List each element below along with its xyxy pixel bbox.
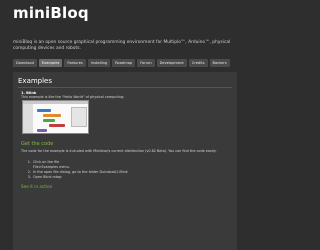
instructions-paragraph: The code for the example is included wit… <box>21 149 217 153</box>
site-tagline: miniBloq is an open source graphical pro… <box>13 40 231 51</box>
nav-tab-installing[interactable]: Installing <box>87 59 111 67</box>
screenshot-block <box>37 129 47 132</box>
step-text: Click on the file <box>33 160 60 164</box>
step-text: In the open file dialog, go to the folde… <box>33 170 128 174</box>
nav-tab-download[interactable]: Download <box>13 59 37 67</box>
main-nav: Download Examples Features Installing Ro… <box>13 59 230 67</box>
screenshot-block <box>43 119 55 122</box>
step-text: File>Examples menu. <box>33 165 70 169</box>
screenshot-block <box>37 109 51 112</box>
page-title: Examples <box>18 77 53 85</box>
nav-tab-examples[interactable]: Examples <box>38 59 63 67</box>
main-content: Examples 1. Blink This example is like t… <box>13 72 237 250</box>
steps-list: 1. Click on the file File>Examples menu. … <box>21 160 221 180</box>
step-number: 3. <box>27 175 31 179</box>
nav-tab-forum[interactable]: Forum <box>137 59 155 67</box>
screenshot-block-palette <box>23 104 33 133</box>
site-title[interactable]: miniBloq <box>13 4 89 22</box>
screenshot-block <box>49 124 65 127</box>
screenshot-block <box>43 114 61 117</box>
get-the-code-link[interactable]: Get the code <box>21 141 53 147</box>
example-screenshot[interactable] <box>22 100 89 134</box>
nav-tab-backers[interactable]: Backers <box>209 59 230 67</box>
nav-tab-features[interactable]: Features <box>64 59 86 67</box>
nav-tab-credits[interactable]: Credits <box>188 59 208 67</box>
step-text: Open Blink.mbqc <box>33 175 63 179</box>
nav-tab-development[interactable]: Development <box>156 59 187 67</box>
screenshot-panel <box>71 107 87 127</box>
see-it-in-action-link[interactable]: See it in action <box>21 184 52 189</box>
list-item: 3. Open Blink.mbqc <box>21 175 221 180</box>
nav-tab-roadmap[interactable]: Roadmap <box>112 59 136 67</box>
divider <box>18 87 232 88</box>
example-description: This example is like the "Hello World" o… <box>21 95 125 99</box>
